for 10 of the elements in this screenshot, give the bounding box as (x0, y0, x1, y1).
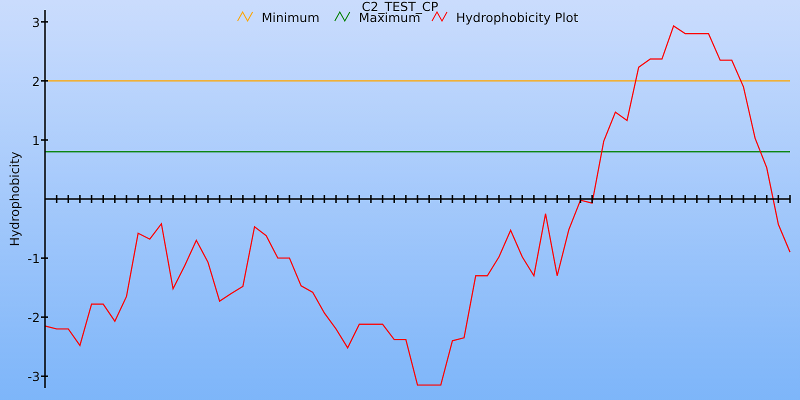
y-tick-label: 3 (32, 14, 40, 30)
legend-label: Minimum (262, 10, 320, 25)
chart-title: C2_TEST_CP (362, 0, 438, 14)
legend-label: Hydrophobicity Plot (456, 10, 578, 25)
y-tick-label: -2 (28, 310, 40, 326)
y-tick-label: -1 (28, 251, 40, 266)
y-tick-label: 2 (32, 74, 40, 89)
y-tick-label: 1 (32, 132, 40, 148)
y-axis-title: Hydrophobicity (7, 152, 22, 246)
y-tick-label: -3 (28, 369, 40, 384)
